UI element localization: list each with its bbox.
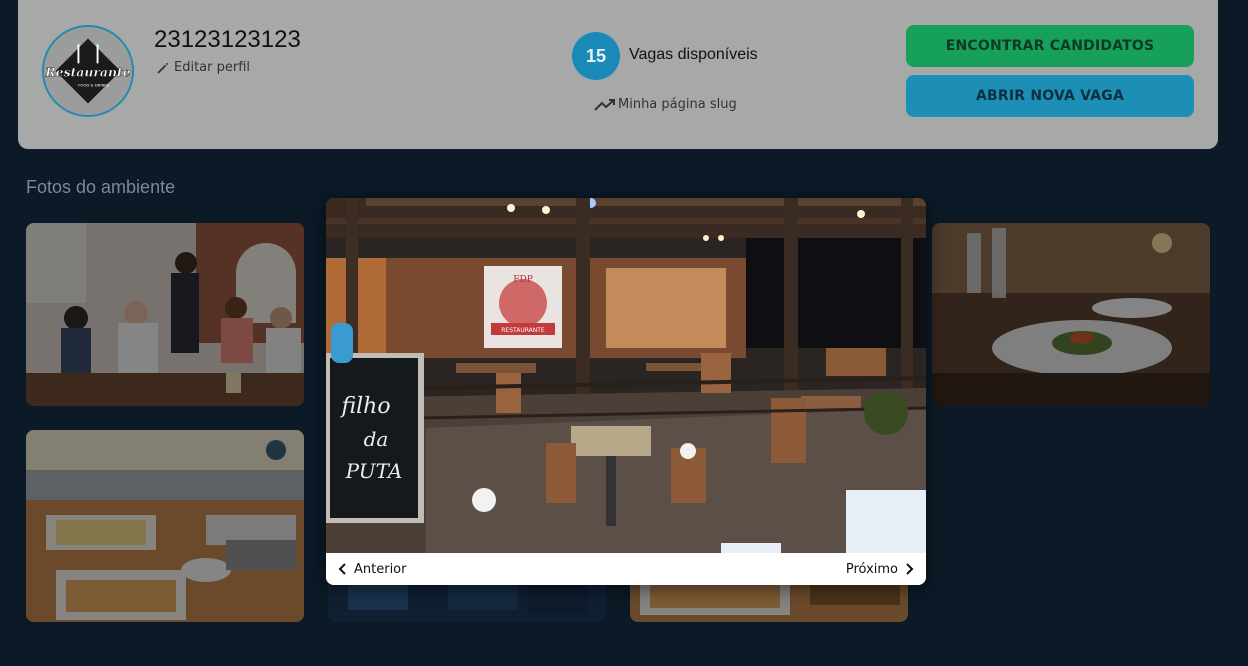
lightbox-photo-terrace: RESTAURANTE FDP filho da PUTA: [326, 198, 926, 553]
trending-up-icon: [594, 98, 615, 111]
chevron-right-icon: [906, 563, 914, 575]
next-button[interactable]: Próximo: [846, 553, 914, 585]
vagas-label: Vagas disponíveis: [629, 46, 758, 63]
slug-label: Minha página slug: [618, 97, 737, 112]
profile-header-card: Restaurante FOOD & DRINKS 23123123123 Ed…: [18, 0, 1218, 149]
company-name: 23123123123: [154, 26, 301, 53]
slug-page-link[interactable]: Minha página slug: [594, 97, 737, 112]
previous-label: Anterior: [354, 561, 407, 577]
svg-text:Restaurante: Restaurante: [44, 65, 130, 80]
vagas-count-badge: 15: [572, 32, 620, 80]
svg-text:FDP: FDP: [513, 275, 533, 285]
gallery-photo-buffet[interactable]: [26, 430, 304, 622]
svg-text:da: da: [364, 427, 389, 451]
gallery-photo-dining-room[interactable]: [26, 223, 304, 406]
open-job-button[interactable]: ABRIR NOVA VAGA: [906, 75, 1194, 117]
photo-lightbox: RESTAURANTE FDP filho da PUTA Anterior P…: [326, 198, 926, 585]
svg-text:filho: filho: [339, 394, 390, 419]
find-candidates-button[interactable]: ENCONTRAR CANDIDATOS: [906, 25, 1194, 67]
lightbox-nav-bar: Anterior Próximo: [326, 553, 926, 585]
chevron-left-icon: [338, 563, 346, 575]
previous-button[interactable]: Anterior: [338, 553, 406, 585]
gallery-title: Fotos do ambiente: [26, 177, 176, 197]
next-label: Próximo: [845, 561, 898, 577]
pencil-icon: [157, 62, 169, 73]
company-logo: Restaurante FOOD & DRINKS: [42, 25, 134, 117]
svg-text:RESTAURANTE: RESTAURANTE: [501, 327, 545, 334]
gallery-photo-table-dish[interactable]: [932, 223, 1210, 406]
svg-text:PUTA: PUTA: [345, 459, 403, 483]
edit-profile-link[interactable]: Editar perfil: [156, 60, 250, 75]
svg-text:FOOD & DRINKS: FOOD & DRINKS: [78, 82, 110, 87]
edit-profile-label: Editar perfil: [174, 60, 251, 75]
